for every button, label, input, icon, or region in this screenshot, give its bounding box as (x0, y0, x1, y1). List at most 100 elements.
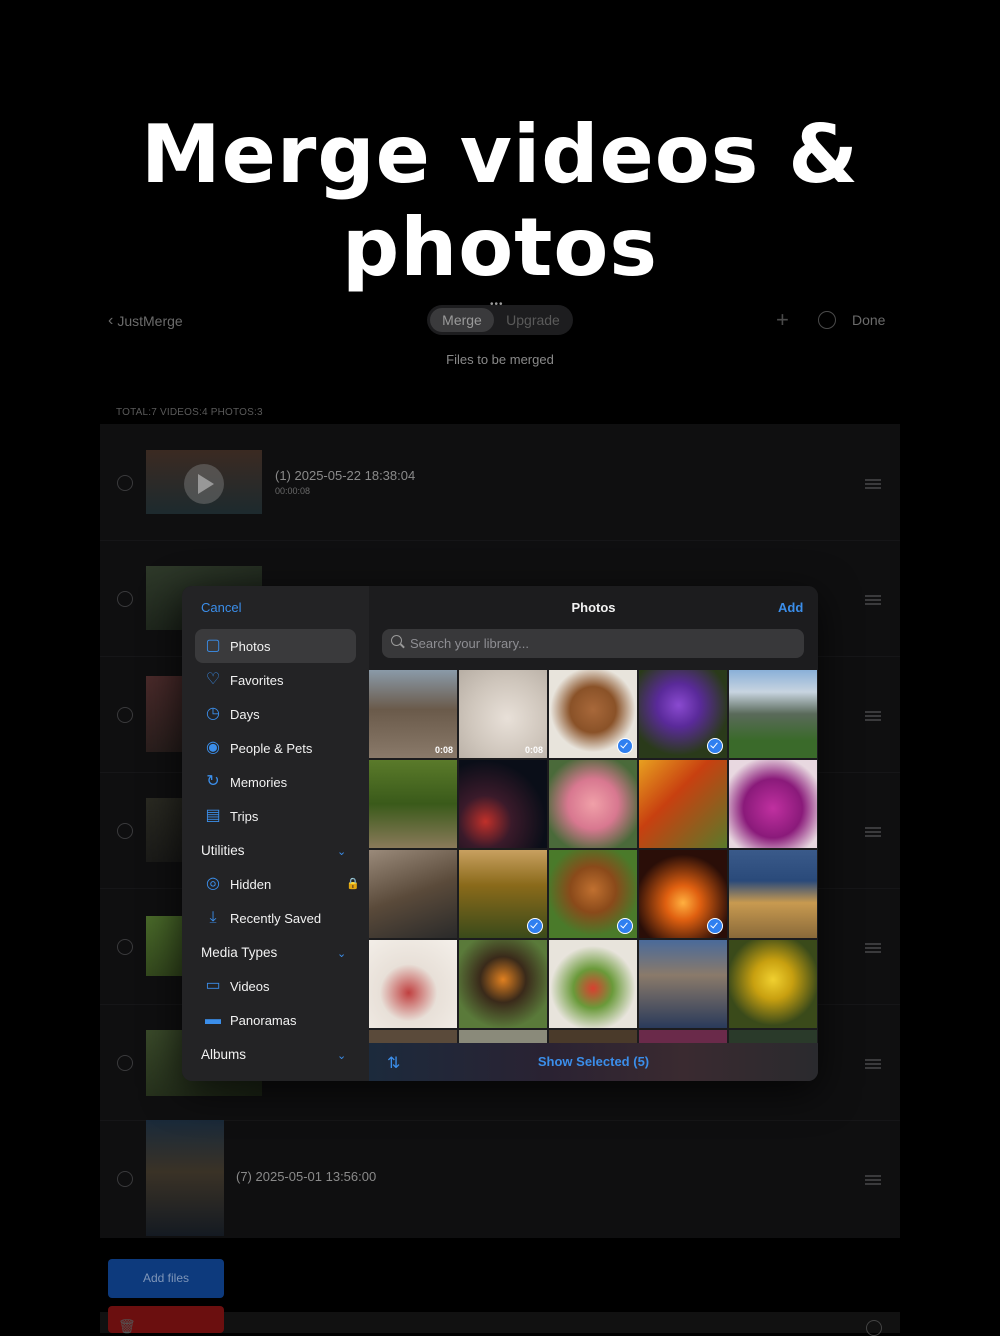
video-duration: 0:08 (434, 745, 453, 755)
picker-sidebar: Cancel ▢ Photos ♡ Favorites ◷ Days ◉ Peo… (182, 586, 369, 1081)
photo-thumbnail[interactable]: 0:08 (459, 670, 547, 758)
photo-thumbnail[interactable] (459, 940, 547, 1028)
sidebar-item-memories[interactable]: ↻ Memories (195, 765, 356, 799)
sidebar-item-recently-saved[interactable]: ⤓ Recently Saved (195, 901, 356, 935)
sidebar-item-panoramas[interactable]: ▬ Panoramas (195, 1003, 356, 1037)
photo-thumbnail[interactable]: 0:08 (369, 670, 457, 758)
nav-bar: ‹ JustMerge ••• Merge Upgrade + Done (100, 299, 900, 340)
thumbnail (146, 1120, 224, 1236)
picker-title: Photos (571, 600, 616, 615)
photo-thumbnail[interactable] (729, 940, 817, 1028)
photo-thumbnail[interactable] (729, 850, 817, 938)
photo-thumbnail[interactable] (549, 670, 637, 758)
search-input[interactable]: Search your library... (410, 636, 529, 651)
photo-thumbnail[interactable] (729, 670, 817, 758)
sidebar-item-label: Hidden (230, 877, 272, 892)
add-button[interactable]: Add (778, 600, 803, 615)
photo-thumbnail[interactable] (369, 1030, 457, 1043)
show-selected-button[interactable]: Show Selected (5) (369, 1054, 818, 1069)
done-button[interactable]: Done (852, 312, 885, 328)
checkmark-icon (707, 918, 723, 934)
chevron-down-icon[interactable]: ⌄ (337, 845, 346, 858)
checkmark-icon (707, 738, 723, 754)
panorama-icon: ▬ (205, 1011, 221, 1028)
sidebar-item-photos[interactable]: ▢ Photos (195, 629, 356, 663)
download-icon: ⤓ (209, 909, 217, 926)
chevron-down-icon[interactable]: ⌄ (337, 947, 346, 960)
sidebar-item-days[interactable]: ◷ Days (195, 697, 356, 731)
totals-summary: TOTAL:7 VIDEOS:4 PHOTOS:3 (116, 407, 263, 418)
row-title: (7) 2025-05-01 13:56:00 (236, 1169, 377, 1184)
photo-thumbnail[interactable] (729, 1030, 817, 1043)
row-duration: 00:00:08 (275, 486, 311, 496)
section-albums[interactable]: Albums (201, 1047, 246, 1062)
drag-handle-icon[interactable] (865, 1175, 881, 1187)
select-radio[interactable] (117, 1171, 133, 1187)
photo-thumbnail[interactable] (459, 1030, 547, 1043)
photo-thumbnail[interactable] (549, 940, 637, 1028)
memories-icon: ↻ (206, 773, 220, 790)
photo-thumbnail[interactable] (369, 760, 457, 848)
video-duration: 0:08 (524, 745, 543, 755)
filter-icon[interactable] (818, 311, 836, 329)
cancel-button[interactable]: Cancel (201, 600, 241, 615)
picker-footer: ⇅ Show Selected (5) (369, 1043, 818, 1081)
clock-icon: ◷ (206, 705, 220, 722)
drag-handle-icon[interactable] (865, 711, 881, 723)
photo-thumbnail[interactable] (459, 850, 547, 938)
photo-thumbnail[interactable] (549, 760, 637, 848)
chevron-left-icon: ‹ (108, 312, 114, 329)
list-item[interactable]: (1) 2025-05-22 18:38:04 00:00:08 (100, 424, 900, 541)
trash-icon[interactable]: 🗑 (118, 1318, 136, 1335)
sidebar-item-label: Favorites (230, 673, 284, 688)
drag-handle-icon[interactable] (865, 943, 881, 955)
mode-segmented-control: ••• Merge Upgrade (427, 299, 573, 335)
sidebar-item-people-pets[interactable]: ◉ People & Pets (195, 731, 356, 765)
photo-thumbnail[interactable] (369, 850, 457, 938)
chevron-down-icon[interactable]: ⌄ (337, 1049, 346, 1062)
back-button[interactable]: ‹ JustMerge (108, 312, 183, 330)
select-radio[interactable] (117, 939, 133, 955)
picker-main: Photos Add Search your library... 0:08 0:… (369, 586, 818, 1081)
select-radio[interactable] (117, 591, 133, 607)
photo-thumbnail[interactable] (639, 850, 727, 938)
list-item[interactable]: (7) 2025-05-01 13:56:00 (100, 1120, 900, 1236)
plus-icon[interactable]: + (776, 307, 789, 333)
sidebar-item-favorites[interactable]: ♡ Favorites (195, 663, 356, 697)
photo-thumbnail[interactable] (729, 760, 817, 848)
lock-icon: 🔒 (346, 878, 360, 890)
add-files-button[interactable]: Add files (108, 1259, 224, 1298)
heart-icon: ♡ (205, 671, 221, 688)
eye-slash-icon: ◎ (206, 875, 220, 892)
select-radio[interactable] (117, 707, 133, 723)
photo-thumbnail[interactable] (369, 940, 457, 1028)
photo-thumbnail[interactable] (549, 850, 637, 938)
section-media-types[interactable]: Media Types (201, 945, 277, 960)
photo-thumbnail[interactable] (549, 1030, 637, 1043)
headline: Merge videos & photos (141, 108, 859, 294)
drag-handle-icon[interactable] (865, 595, 881, 607)
person-icon: ◉ (206, 739, 220, 756)
photo-thumbnail[interactable] (639, 940, 727, 1028)
photo-thumbnail[interactable] (459, 760, 547, 848)
sidebar-item-hidden[interactable]: ◎ Hidden 🔒 (195, 867, 360, 901)
photo-thumbnail[interactable] (639, 670, 727, 758)
select-radio[interactable] (117, 1055, 133, 1071)
check-circle-icon[interactable] (866, 1320, 882, 1336)
checkmark-icon (617, 918, 633, 934)
search-field[interactable]: Search your library... (382, 629, 804, 658)
drag-handle-icon[interactable] (865, 479, 881, 491)
photo-thumbnail[interactable] (639, 1030, 727, 1043)
select-radio[interactable] (117, 823, 133, 839)
segment-upgrade[interactable]: Upgrade (501, 308, 565, 332)
photo-thumbnail[interactable] (639, 760, 727, 848)
select-radio[interactable] (117, 475, 133, 491)
section-utilities[interactable]: Utilities (201, 843, 245, 858)
sidebar-item-videos[interactable]: ▭ Videos (195, 969, 356, 1003)
drag-handle-icon[interactable] (865, 1059, 881, 1071)
drag-handle-icon[interactable] (865, 827, 881, 839)
video-thumbnail (146, 450, 262, 514)
sidebar-item-trips[interactable]: ▤ Trips (195, 799, 356, 833)
segment-merge[interactable]: Merge (430, 308, 494, 332)
search-icon (391, 635, 402, 646)
